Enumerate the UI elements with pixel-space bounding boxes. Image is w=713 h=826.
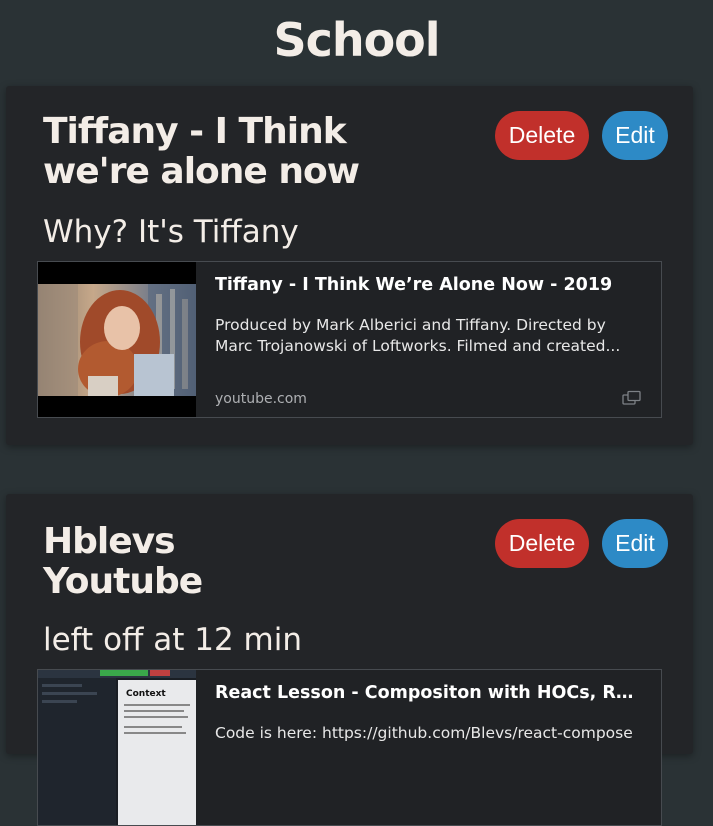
link-preview[interactable]: Tiffany - I Think We’re Alone Now - 2019…	[37, 261, 662, 418]
bookmark-card: Hblevs Youtube Delete Edit left off at 1…	[6, 494, 693, 826]
card-description: Why? It's Tiffany	[43, 214, 299, 250]
external-link-icon[interactable]	[622, 390, 642, 406]
delete-button[interactable]: Delete	[495, 519, 589, 568]
thumbnail-image: Context	[38, 670, 196, 825]
link-preview-title[interactable]: Tiffany - I Think We’re Alone Now - 2019	[215, 274, 645, 296]
thumbnail-image	[38, 284, 196, 396]
link-preview-title[interactable]: React Lesson - Compositon with HOCs, Ren…	[215, 682, 645, 704]
link-preview-description: Produced by Mark Alberici and Tiffany. D…	[215, 316, 621, 355]
video-thumbnail[interactable]	[38, 262, 196, 417]
card-title: Hblevs Youtube	[43, 521, 203, 602]
card-title: Tiffany - I Think we're alone now	[43, 111, 360, 192]
edit-button[interactable]: Edit	[602, 519, 668, 568]
edit-button[interactable]: Edit	[602, 111, 668, 160]
link-preview[interactable]: Context React Lesson - Compositon with H…	[37, 669, 662, 826]
card-description: left off at 12 min	[43, 622, 303, 658]
bookmark-card: Tiffany - I Think we're alone now Delete…	[6, 86, 693, 445]
page-title: School	[273, 13, 440, 67]
thumbnail-heading: Context	[126, 689, 166, 699]
delete-button[interactable]: Delete	[495, 111, 589, 160]
link-preview-domain: youtube.com	[215, 391, 307, 407]
video-thumbnail[interactable]: Context	[38, 670, 196, 825]
link-preview-description: Code is here: https://github.com/Blevs/r…	[215, 724, 633, 742]
